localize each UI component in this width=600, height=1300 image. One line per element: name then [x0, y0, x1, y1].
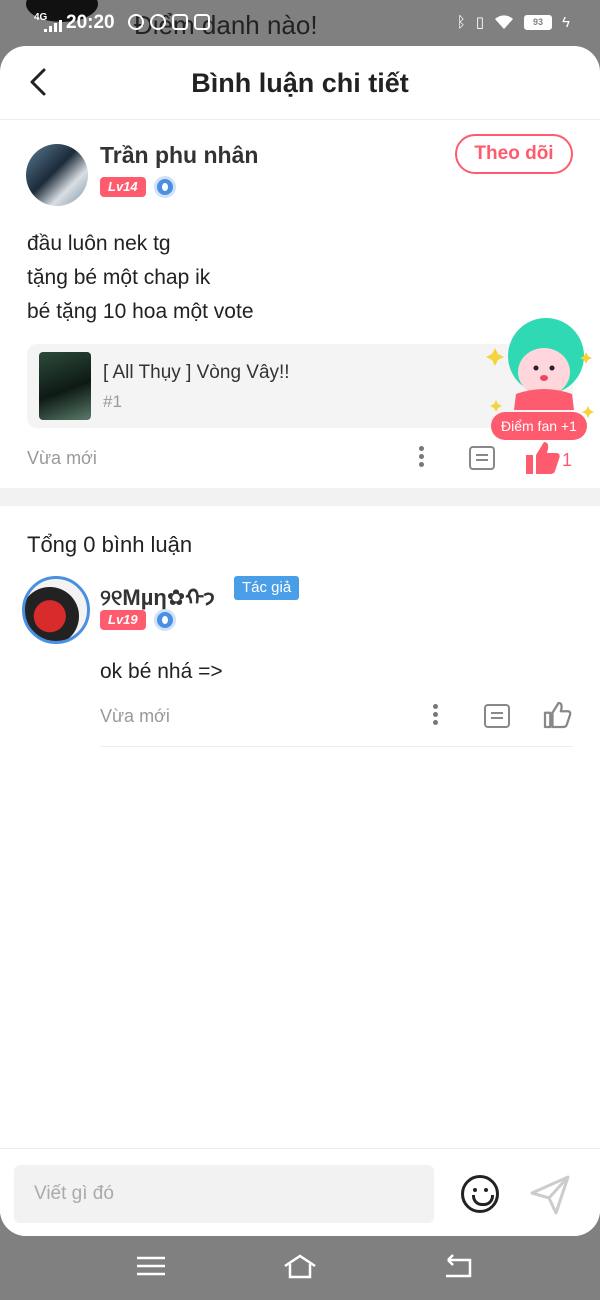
- post-time: Vừa mới: [27, 448, 97, 468]
- battery-icon: 93: [524, 14, 553, 30]
- more-options-icon[interactable]: [433, 704, 439, 726]
- comment-input[interactable]: [14, 1165, 434, 1223]
- home-icon[interactable]: [282, 1250, 318, 1282]
- header: Bình luận chi tiết: [0, 46, 600, 120]
- signal-icon: [44, 20, 62, 32]
- notification-icons: [128, 14, 210, 30]
- avatar[interactable]: [26, 144, 88, 206]
- post-text-line: tặng bé một chap ik: [27, 266, 211, 289]
- comment-time: Vừa mới: [100, 706, 170, 726]
- follow-button[interactable]: Theo dõi: [455, 134, 573, 174]
- comment-count: Tổng 0 bình luận: [27, 532, 193, 557]
- verified-drop-icon: [154, 609, 176, 631]
- status-bar: Điểm danh nào! 4G 20:20 ᛒ ▯ 93 ϟ: [0, 0, 600, 46]
- messenger-icon: [150, 14, 166, 30]
- post-author[interactable]: Trần phu nhân: [100, 142, 258, 169]
- menu-icon[interactable]: [133, 1250, 169, 1282]
- system-indicators: ᛒ ▯ 93 ϟ: [456, 13, 570, 32]
- clock: 20:20: [66, 12, 115, 33]
- bluetooth-icon: ᛒ: [456, 13, 466, 31]
- thumbs-up-outline-icon[interactable]: [542, 700, 572, 730]
- comment-input-bar: [0, 1148, 600, 1236]
- post-text-line: bé tặng 10 hoa một vote: [27, 300, 254, 323]
- system-nav-bar: [0, 1236, 600, 1300]
- book-cover: [39, 352, 91, 420]
- comment-item: ୨୧Mµη✿ᡣ𐭩 Tác giả Lv19 ok bé nhá => Vừa m…: [0, 566, 600, 748]
- comment-detail-sheet: Bình luận chi tiết Trần phu nhân Lv14 Th…: [0, 46, 600, 1236]
- comment-text: ok bé nhá =>: [100, 660, 223, 683]
- emoji-icon[interactable]: [461, 1175, 499, 1213]
- reply-icon[interactable]: [484, 704, 510, 728]
- send-icon[interactable]: [528, 1173, 572, 1217]
- avatar[interactable]: [22, 576, 90, 644]
- author-tag: Tác giả: [234, 576, 300, 600]
- level-badge: Lv14: [100, 177, 146, 197]
- divider: [100, 746, 573, 747]
- instagram-icon: [194, 14, 210, 30]
- charging-icon: ϟ: [562, 13, 570, 31]
- section-divider: [0, 488, 600, 506]
- post-text-line: đầu luôn nek tg: [27, 232, 171, 255]
- tiktok-icon: [172, 14, 188, 30]
- page-title: Bình luận chi tiết: [191, 68, 409, 98]
- comment-author[interactable]: ୨୧Mµη✿ᡣ𐭩: [100, 574, 215, 613]
- vibrate-icon: ▯: [475, 14, 485, 31]
- wifi-icon: [495, 15, 514, 29]
- back-nav-icon[interactable]: [440, 1250, 476, 1282]
- book-title: [ All Thụy ] Vòng Vây!!: [103, 362, 290, 383]
- more-options-icon[interactable]: [419, 446, 425, 468]
- level-badge: Lv19: [100, 610, 146, 630]
- verified-drop-icon: [154, 176, 176, 198]
- app-notification-icon: [128, 14, 144, 30]
- fan-points-toast: Điểm fan +1: [491, 412, 587, 440]
- book-chapter: #1: [103, 392, 122, 411]
